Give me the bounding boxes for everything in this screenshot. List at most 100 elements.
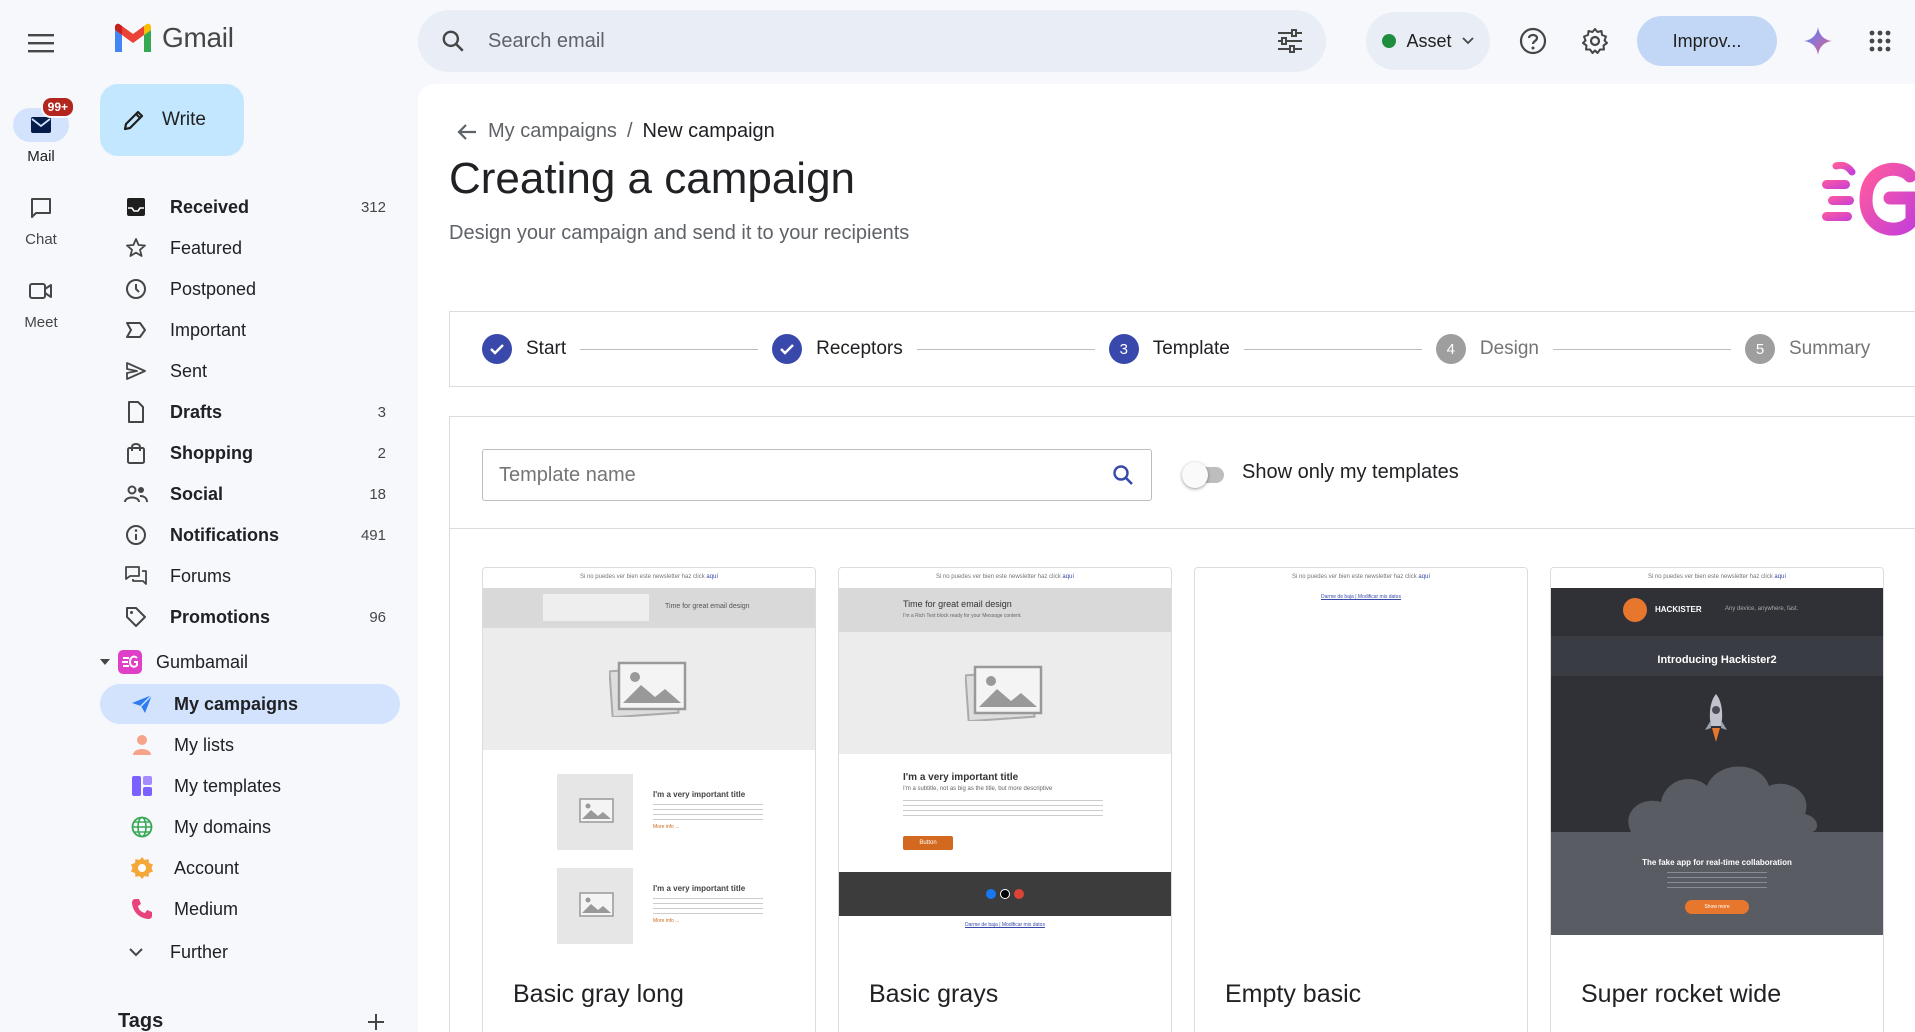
cloud-illustration <box>1628 766 1818 832</box>
paper-plane-icon <box>132 694 153 713</box>
apps-button[interactable] <box>1857 18 1903 64</box>
search-icon[interactable] <box>1111 463 1135 487</box>
settings-button[interactable] <box>1572 18 1618 64</box>
gmail-logo[interactable]: Gmail <box>112 22 234 54</box>
template-card-basic-grays[interactable]: Si no puedes ver bien este newsletter ha… <box>838 567 1172 1032</box>
account-status-label: Asset <box>1406 30 1452 51</box>
sidebar-item-label: Important <box>170 319 247 340</box>
thumb-dark-hero: HACKISTER Any device, anywhere, fast. In… <box>1551 588 1883 832</box>
plus-icon <box>368 1014 384 1030</box>
person-icon <box>133 735 151 755</box>
template-thumbnail: Si no puedes ver bien este newsletter ha… <box>839 568 1171 943</box>
improve-button[interactable]: Improv... <box>1637 16 1777 66</box>
step-number: 4 <box>1435 334 1466 364</box>
back-arrow-icon[interactable] <box>456 122 478 142</box>
step-start[interactable]: Start <box>482 334 566 364</box>
template-thumbnail: Si no puedes ver bien este newsletter ha… <box>483 568 815 944</box>
rail-mail[interactable]: 99+ Mail <box>0 96 82 165</box>
step-summary[interactable]: 5 Summary <box>1745 334 1870 364</box>
sidebar-item-featured[interactable]: Featured <box>100 228 400 268</box>
sidebar-item-shopping[interactable]: Shopping 2 <box>100 433 400 473</box>
step-template[interactable]: 3 Template <box>1108 334 1230 364</box>
search-bar[interactable] <box>418 10 1326 72</box>
template-card-super-rocket-wide[interactable]: Si no puedes ver bien este newsletter ha… <box>1550 567 1884 1032</box>
rail-chat[interactable]: Chat <box>0 191 82 248</box>
search-options-icon[interactable] <box>1276 28 1304 54</box>
sidebar-item-sent[interactable]: Sent <box>100 351 400 391</box>
sidebar-item-postponed[interactable]: Postponed <box>100 269 400 309</box>
template-name-input[interactable] <box>499 463 1111 487</box>
sidebar-item-count: 3 <box>377 403 386 421</box>
draft-file-icon <box>128 401 144 423</box>
thumb-footer-links: Darme de baja | Modificar mis datos <box>965 922 1045 928</box>
sidebar-item-label: My templates <box>174 775 282 796</box>
search-input[interactable] <box>488 29 1276 53</box>
template-card-name: Basic gray long <box>513 980 684 1008</box>
image-placeholder-icon <box>579 892 614 917</box>
caret-down-icon <box>100 659 110 665</box>
sidebar-item-received[interactable]: Received 312 <box>100 187 400 227</box>
sidebar-item-label: Shopping <box>170 442 253 463</box>
write-label: Write <box>162 109 206 130</box>
rail-meet-label: Meet <box>24 314 58 331</box>
thumb-top-note: Si no puedes ver bien este newsletter ha… <box>1291 574 1431 580</box>
gumbamail-logo-icon <box>118 650 142 674</box>
write-button[interactable]: Write <box>100 84 244 156</box>
sidebar-item-social[interactable]: Social 18 <box>100 474 400 514</box>
add-tag-button[interactable] <box>366 1012 386 1032</box>
sidebar-item-forums[interactable]: Forums <box>100 556 400 596</box>
sidebar-item-promotions[interactable]: Promotions 96 <box>100 597 400 637</box>
sidebar-item-count: 491 <box>360 526 386 544</box>
gmail-m-icon <box>115 23 151 52</box>
thumb-cta-text <box>1667 872 1767 892</box>
account-status-button[interactable]: Asset <box>1366 12 1490 70</box>
sidebar-item-my-campaigns[interactable]: My campaigns <box>100 684 400 724</box>
sidebar-item-my-templates[interactable]: My templates <box>100 766 400 806</box>
sidebar-item-label: Account <box>174 857 240 878</box>
sidebar-item-notifications[interactable]: Notifications 491 <box>100 515 400 555</box>
main-menu-button[interactable] <box>20 22 62 64</box>
template-card-empty-basic[interactable]: Si no puedes ver bien este newsletter ha… <box>1194 567 1528 1032</box>
step-label: Start <box>526 338 567 359</box>
rail-meet[interactable]: Meet <box>0 274 82 331</box>
sidebar-more-button[interactable]: Further <box>100 932 400 972</box>
search-icon[interactable] <box>440 28 466 54</box>
help-button[interactable] <box>1510 18 1556 64</box>
tag-icon <box>126 607 146 627</box>
sidebar-item-account[interactable]: Account <box>100 848 400 888</box>
breadcrumb-parent-link[interactable]: My campaigns <box>488 120 617 143</box>
thumb-cta-button: Show more <box>1685 900 1749 914</box>
mail-rail-icon-wrap: 99+ <box>13 96 75 142</box>
thumb-header-logo <box>543 594 649 621</box>
thumb-header-band: Time for great email design I'm a Rich T… <box>839 588 1171 632</box>
image-placeholder-icon <box>579 798 614 823</box>
thumb-block-subtitle: I'm a subtitle, not as big as the title,… <box>903 786 1053 792</box>
sidebar-item-my-lists[interactable]: My lists <box>100 725 400 765</box>
addon-gumbamail-header[interactable]: Gumbamail <box>100 642 248 682</box>
thumb-top-note: Si no puedes ver bien este newsletter ha… <box>935 574 1075 580</box>
gemini-button[interactable] <box>1795 18 1841 64</box>
step-receptors[interactable]: Receptors <box>772 334 903 364</box>
thumb-header-title: Time for great email design <box>903 599 1012 609</box>
template-search-box[interactable] <box>482 449 1152 501</box>
step-number: 5 <box>1745 334 1775 364</box>
thumb-block-title: I'm a very important title <box>903 772 1019 783</box>
sidebar-item-label: Forums <box>170 565 232 586</box>
template-layout-icon <box>132 776 152 796</box>
step-design[interactable]: 4 Design <box>1435 334 1539 364</box>
check-icon <box>772 334 803 364</box>
sidebar-item-medium[interactable]: Medium <box>100 889 400 929</box>
thumb-hero-image <box>839 632 1171 754</box>
sidebar-item-drafts[interactable]: Drafts 3 <box>100 392 400 432</box>
hamburger-icon <box>28 34 54 53</box>
sidebar-item-my-domains[interactable]: My domains <box>100 807 400 847</box>
template-card-basic-gray-long[interactable]: Si no puedes ver bien este newsletter ha… <box>482 567 816 1032</box>
thumb-header-sub: I'm a Rich Text block ready for your Mes… <box>903 613 1022 619</box>
my-templates-toggle[interactable] <box>1182 462 1226 488</box>
thumb-header-band: Time for great email design <box>483 588 815 628</box>
thumb-more-link: More info ... <box>653 918 680 924</box>
sidebar-item-count: 312 <box>360 198 386 216</box>
sidebar-item-label: My domains <box>174 816 272 837</box>
info-icon <box>126 525 146 545</box>
sidebar-item-important[interactable]: Important <box>100 310 400 350</box>
